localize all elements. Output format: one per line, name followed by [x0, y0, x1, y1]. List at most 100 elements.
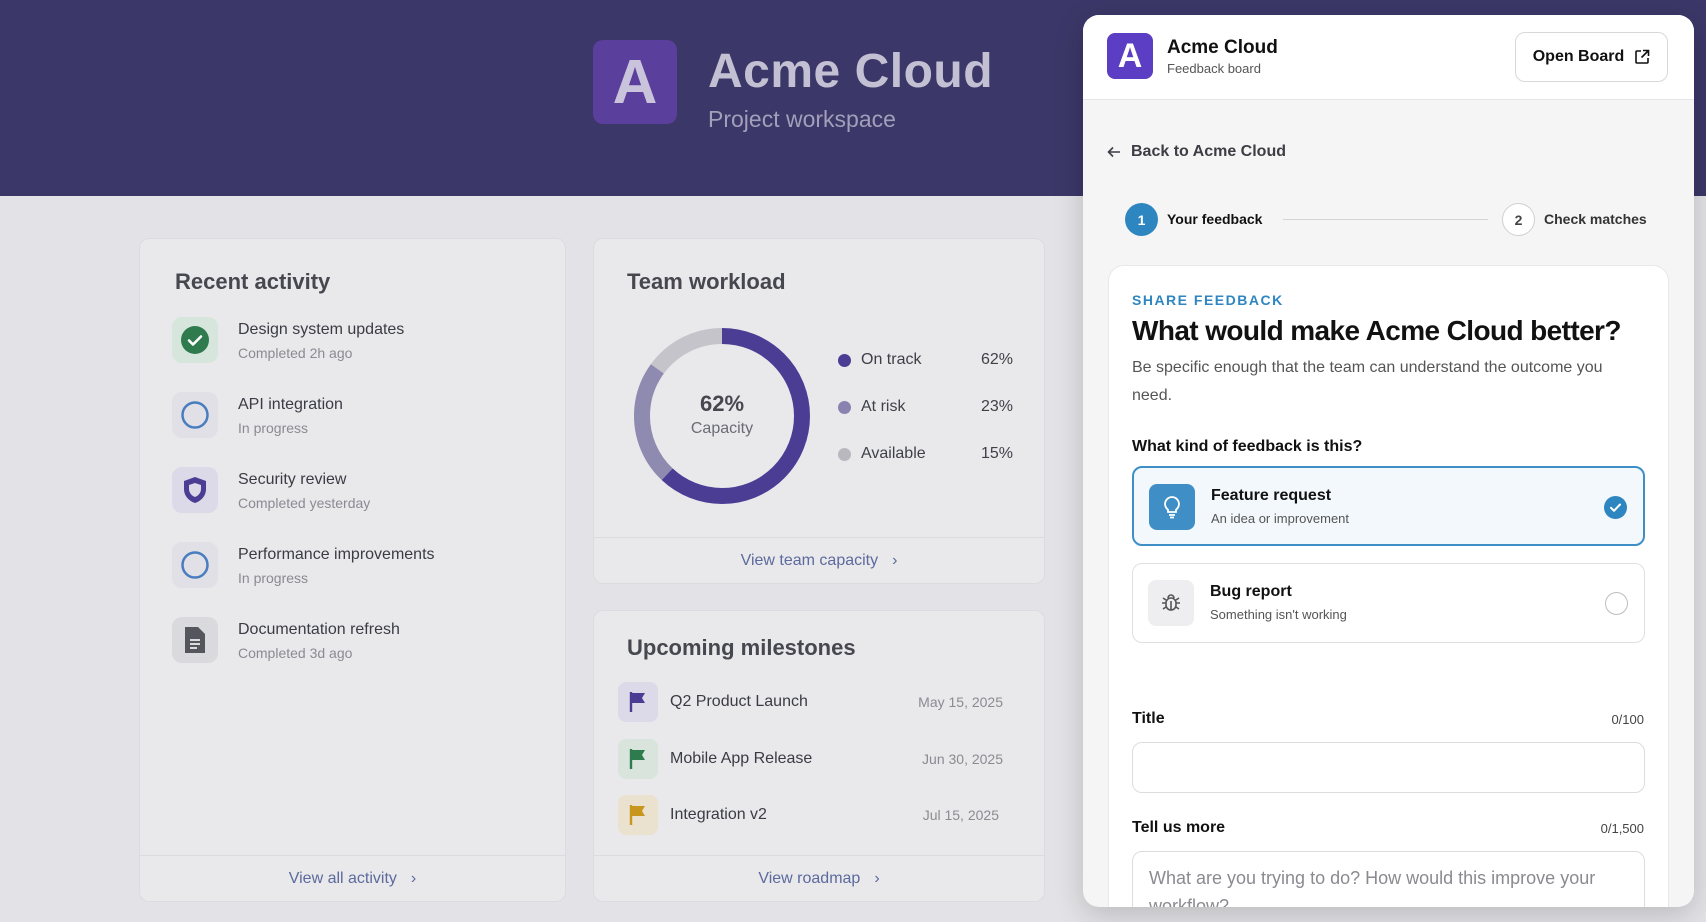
- legend-label: At risk: [861, 398, 906, 415]
- step-connector: [1283, 219, 1488, 220]
- activity-status: In progress: [238, 420, 309, 436]
- feedback-type-bug-report[interactable]: Bug report Something isn't working: [1132, 563, 1645, 643]
- activity-name: Design system updates: [238, 321, 405, 338]
- option-subtitle: Something isn't working: [1210, 607, 1347, 622]
- form-eyebrow: SHARE FEEDBACK: [1132, 292, 1284, 308]
- stepper: 1 Your feedback 2 Check matches: [1125, 203, 1655, 237]
- app-name: Acme Cloud: [1167, 37, 1278, 58]
- milestone-name: Q2 Product Launch: [670, 693, 808, 710]
- option-title: Feature request: [1211, 487, 1332, 504]
- activity-status: In progress: [238, 570, 309, 586]
- chevron-right-icon: ›: [892, 551, 898, 569]
- milestone-date: Jun 30, 2025: [922, 751, 1003, 767]
- activity-status: Completed 2h ago: [238, 345, 353, 361]
- bug-icon: [1148, 580, 1194, 626]
- form-description: Be specific enough that the team can und…: [1132, 359, 1603, 404]
- legend-value: 15%: [980, 445, 1013, 462]
- recent-activity-title: Recent activity: [175, 269, 331, 294]
- feedback-panel: A Acme Cloud Feedback board Open Board B…: [1083, 15, 1694, 907]
- activity-item[interactable]: Design system updates Completed 2h ago: [172, 317, 404, 363]
- flag-icon: [618, 682, 658, 722]
- option-subtitle: An idea or improvement: [1211, 511, 1350, 526]
- milestone-name: Integration v2: [670, 806, 767, 823]
- check-circle-icon: [172, 317, 218, 363]
- document-icon: [172, 617, 218, 663]
- flag-icon: [618, 795, 658, 835]
- legend-label: On track: [861, 351, 922, 368]
- activity-name: Performance improvements: [238, 546, 435, 563]
- activity-item[interactable]: API integration In progress: [172, 392, 343, 438]
- milestone-row[interactable]: Integration v2 Jul 15, 2025: [618, 795, 1003, 835]
- form-title: What would make Acme Cloud better?: [1132, 315, 1621, 346]
- activity-name: Security review: [238, 471, 347, 488]
- radio-unchecked: [1605, 592, 1628, 615]
- open-board-label: Open Board: [1532, 48, 1625, 65]
- progress-ring-icon: [172, 392, 218, 438]
- activity-item[interactable]: Documentation refresh Completed 3d ago: [172, 617, 400, 663]
- details-char-count: 0/1,500: [1600, 821, 1644, 836]
- panel-header: A Acme Cloud Feedback board Open Board: [1083, 15, 1694, 100]
- donut-center-label: Capacity: [690, 420, 754, 437]
- milestone-row[interactable]: Q2 Product Launch May 15, 2025: [618, 682, 1003, 722]
- details-field-label: Tell us more: [1132, 819, 1226, 836]
- legend-dot-on-track: [838, 353, 851, 367]
- legend-value: 23%: [980, 398, 1013, 415]
- open-board-button[interactable]: Open Board: [1515, 32, 1668, 82]
- workspace-title: Acme Cloud: [708, 45, 994, 98]
- option-title: Bug report: [1210, 583, 1292, 600]
- step-1-circle: 1: [1125, 203, 1158, 236]
- legend-item: Available 15%: [838, 445, 1013, 463]
- milestones-title: Upcoming milestones: [627, 635, 856, 660]
- flag-icon: [618, 739, 658, 779]
- workspace-subtitle: Project workspace: [708, 106, 896, 132]
- details-textarea[interactable]: [1132, 851, 1645, 907]
- title-field-label: Title: [1132, 710, 1165, 727]
- activity-name: API integration: [238, 396, 343, 413]
- check-circle-icon: [1604, 496, 1627, 519]
- legend-value: 62%: [980, 351, 1013, 368]
- milestone-date: Jul 15, 2025: [922, 807, 999, 823]
- view-all-activity-link[interactable]: View all activity ›: [140, 855, 565, 901]
- view-team-capacity-link[interactable]: View team capacity ›: [594, 537, 1044, 583]
- legend-item: On track 62%: [838, 351, 1013, 369]
- back-link[interactable]: Back to Acme Cloud: [1107, 143, 1286, 161]
- external-link-icon: [1635, 49, 1650, 64]
- milestone-name: Mobile App Release: [670, 750, 813, 767]
- activity-item[interactable]: Security review Completed yesterday: [172, 467, 370, 513]
- activity-name: Documentation refresh: [238, 621, 400, 638]
- view-team-capacity-label: View team capacity: [740, 551, 879, 569]
- chevron-right-icon: ›: [410, 869, 417, 887]
- step-1-label: Your feedback: [1167, 211, 1263, 227]
- step-2-label: Check matches: [1544, 211, 1647, 227]
- title-char-count: 0/100: [1611, 712, 1644, 727]
- milestone-row[interactable]: Mobile App Release Jun 30, 2025: [618, 739, 1003, 779]
- feedback-form: SHARE FEEDBACK What would make Acme Clou…: [1108, 265, 1669, 907]
- workspace-logo: A: [593, 40, 677, 124]
- arrow-left-icon: [1107, 146, 1120, 158]
- view-all-activity-label: View all activity: [288, 869, 397, 887]
- activity-status: Completed 3d ago: [238, 645, 353, 661]
- lightbulb-icon: [1149, 484, 1195, 530]
- team-workload-title: Team workload: [627, 269, 786, 294]
- view-roadmap-label: View roadmap: [758, 869, 861, 887]
- app-subtitle: Feedback board: [1167, 61, 1261, 76]
- app-logo: A: [1107, 33, 1153, 79]
- step-2-circle: 2: [1502, 203, 1535, 236]
- activity-item[interactable]: Performance improvements In progress: [172, 542, 435, 588]
- milestone-date: May 15, 2025: [918, 694, 1003, 710]
- progress-ring-icon: [172, 542, 218, 588]
- recent-activity-card: Recent activity Design system updates Com…: [139, 238, 566, 902]
- title-input[interactable]: [1132, 742, 1645, 793]
- feedback-type-question: What kind of feedback is this?: [1132, 438, 1363, 455]
- feedback-type-feature-request[interactable]: Feature request An idea or improvement: [1132, 466, 1645, 546]
- legend-dot-at-risk: [838, 400, 851, 414]
- legend-dot-available: [838, 447, 851, 461]
- shield-icon: [172, 467, 218, 513]
- donut-center-value: 62%: [699, 391, 745, 416]
- legend-item: At risk 23%: [838, 398, 1013, 416]
- activity-status: Completed yesterday: [238, 495, 371, 511]
- back-link-label: Back to Acme Cloud: [1131, 143, 1286, 160]
- legend-label: Available: [861, 445, 926, 462]
- chevron-right-icon: ›: [874, 869, 880, 887]
- view-roadmap-link[interactable]: View roadmap ›: [594, 855, 1044, 901]
